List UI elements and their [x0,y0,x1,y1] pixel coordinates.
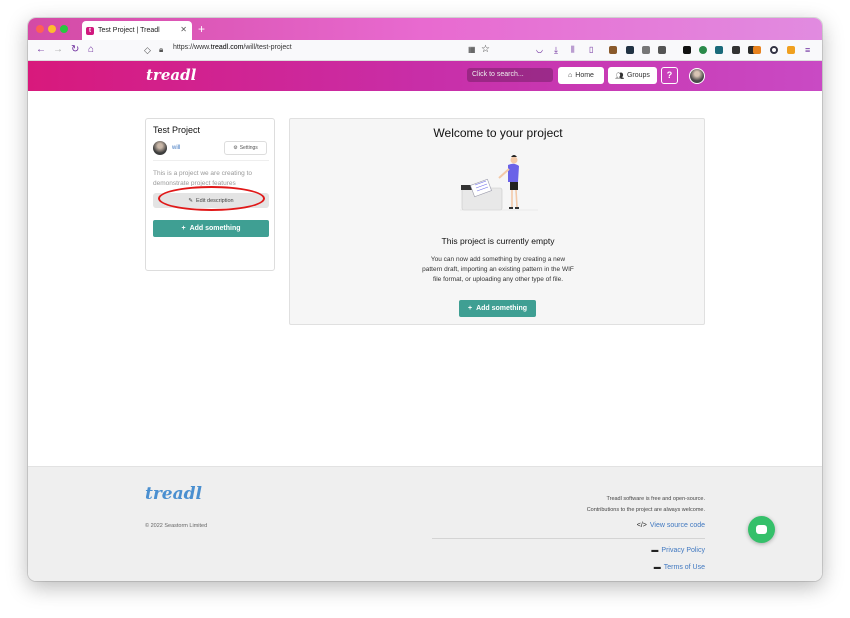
browser-tab[interactable]: t Test Project | Treadl ✕ [82,21,192,40]
treadl-logo[interactable]: treadl [146,66,196,84]
zoom-window-dot[interactable] [60,25,68,33]
new-tab-icon[interactable]: + [198,22,205,36]
url-host: treadl.com [210,44,244,51]
groups-button-label: Groups [626,72,650,79]
add-something-label: Add something [476,305,528,312]
extension-icon[interactable] [683,46,691,54]
forward-icon[interactable]: → [53,44,63,56]
add-something-button[interactable]: + Add something [153,220,269,237]
terms-of-use-label: Terms of Use [663,564,705,571]
url-bar[interactable]: https://www.treadl.com/will/test-project [173,44,292,51]
settings-button[interactable]: ⚙ Settings [224,141,267,155]
reload-icon[interactable]: ↻ [71,44,79,56]
site-header: treadl Click to search... ⌂ Home 👥︎ Grou… [28,61,822,91]
extension-icon[interactable] [715,46,723,54]
divider [153,160,269,161]
divider [432,538,705,539]
qr-code-icon[interactable]: ▦ [468,44,476,56]
open-source-note: Treadl software is free and open-source. [606,496,705,502]
home-icon[interactable]: ⌂ [88,44,94,56]
plus-icon: + [467,305,473,312]
close-tab-icon[interactable]: ✕ [180,25,187,34]
owner-avatar[interactable] [153,141,167,155]
extension-icon[interactable] [609,46,617,54]
view-source-label: View source code [649,522,705,529]
sidebar-icon[interactable]: ▯ [589,44,593,56]
groups-button[interactable]: 👥︎ Groups [608,67,657,84]
gears-icon: ⚙ [233,145,238,151]
url-prefix: https://www. [173,44,211,51]
extension-icon[interactable] [626,46,634,54]
browser-window: t Test Project | Treadl ✕ + ← → ↻ ⌂ ◇ 🔒︎… [28,18,822,581]
shield-icon[interactable]: ◇ [144,44,151,56]
book-icon: ▬ [653,564,661,571]
lock-icon[interactable]: 🔒︎ [159,44,163,56]
owner-link[interactable]: will [172,145,180,151]
code-icon: </> [636,522,647,529]
empty-state-text: You can now add something by creating a … [422,256,574,283]
chat-bubble-icon [756,525,767,534]
view-source-link[interactable]: </> View source code [637,522,705,529]
extension-icon[interactable] [770,46,778,54]
extension-icon[interactable] [787,46,795,54]
add-something-button[interactable]: + Add something [459,300,536,317]
contributions-note: Contributions to the project are always … [586,507,705,513]
back-icon[interactable]: ← [36,44,46,56]
empty-project-illustration [460,155,538,211]
minimize-window-dot[interactable] [48,25,56,33]
users-icon: 👥︎ [615,72,624,80]
home-button-label: Home [575,72,594,79]
main-content: Test Project will ⚙ Settings This is a p… [28,91,822,466]
treadl-favicon-icon: t [86,26,94,35]
project-card: Test Project will ⚙ Settings This is a p… [145,118,275,271]
welcome-title: Welcome to your project [433,126,563,140]
url-path: /will/test-project [243,44,292,51]
navigation-bar: ← → ↻ ⌂ ◇ 🔒︎ https://www.treadl.com/will… [28,40,822,61]
downloads-icon[interactable]: ⤓ [554,44,558,56]
extension-icon[interactable] [732,46,740,54]
privacy-policy-label: Privacy Policy [661,547,705,554]
project-description: This is a project we are creating to dem… [153,170,252,186]
bookmark-star-icon[interactable]: ☆ [481,44,490,56]
tab-title: Test Project | Treadl [98,27,160,34]
privacy-policy-link[interactable]: ▬ Privacy Policy [651,547,705,554]
book-icon: ▬ [651,547,659,554]
extension-icon[interactable] [642,46,650,54]
settings-label: Settings [239,145,258,151]
welcome-panel: Welcome to your project This project is … [289,118,705,325]
metamask-icon[interactable] [753,46,761,54]
empty-state-title: This project is currently empty [441,236,555,246]
help-button[interactable]: ? [661,67,678,84]
footer-logo[interactable]: treadl [145,484,202,504]
library-icon[interactable]: ⫼ [571,44,575,56]
close-window-dot[interactable] [36,25,44,33]
user-avatar[interactable] [689,68,705,84]
tab-bar: t Test Project | Treadl ✕ + [28,18,822,40]
add-something-label: Add something [189,225,241,232]
copyright: © 2022 Seastorm Limited [145,523,208,529]
chat-button[interactable] [748,516,775,543]
extension-icon[interactable] [699,46,707,54]
search-input[interactable]: Click to search... [467,68,553,82]
project-title: Test Project [153,125,201,135]
annotation-ellipse [158,186,265,211]
plus-icon: + [181,225,186,232]
home-button[interactable]: ⌂ Home [558,67,604,84]
extension-icon[interactable] [658,46,666,54]
pocket-icon[interactable]: ◡ [536,44,543,56]
terms-of-use-link[interactable]: ▬ Terms of Use [654,564,705,571]
site-footer: treadl © 2022 Seastorm Limited Treadl so… [28,466,822,581]
menu-icon[interactable]: ≡ [805,44,810,56]
search-placeholder: Click to search... [472,71,524,78]
home-icon: ⌂ [568,72,573,79]
